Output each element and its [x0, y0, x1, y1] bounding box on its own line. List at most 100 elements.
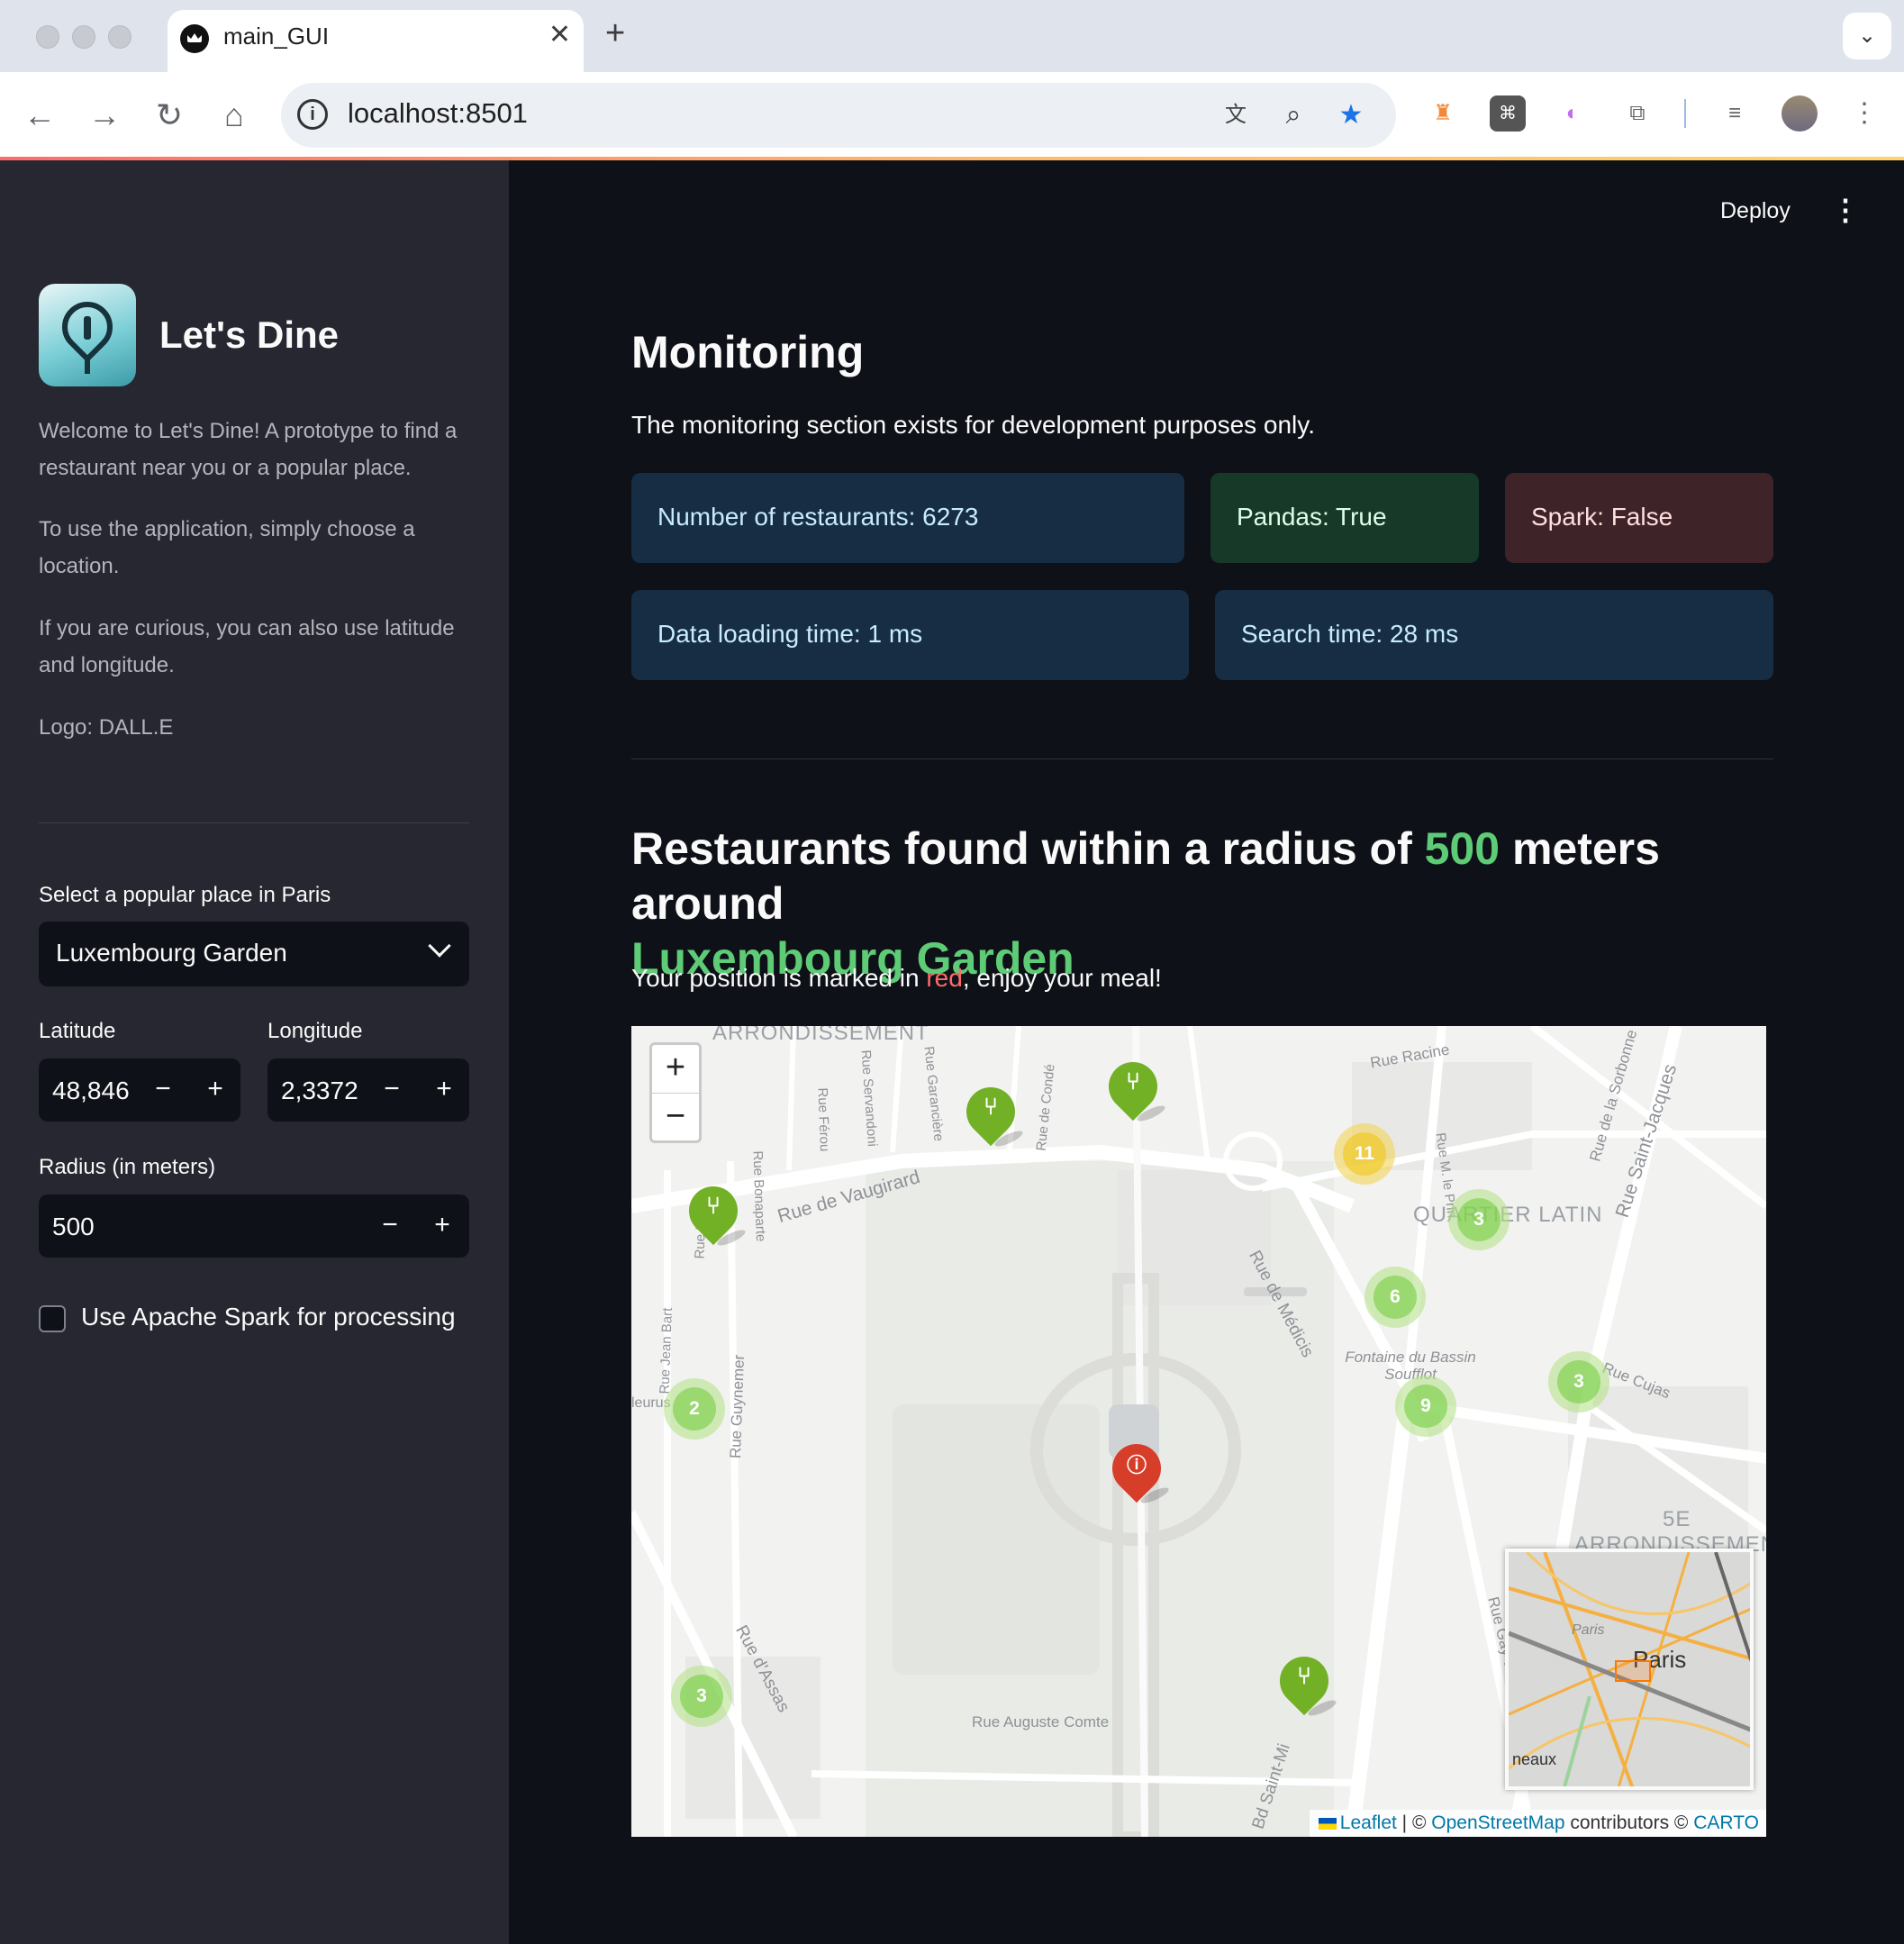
marker-cluster[interactable]: 11: [1334, 1123, 1395, 1185]
zoom-out-button[interactable]: −: [652, 1094, 699, 1140]
site-info-icon[interactable]: i: [297, 99, 328, 130]
extensions-puzzle-icon[interactable]: ⧉: [1619, 95, 1655, 132]
profile-avatar[interactable]: [1782, 95, 1818, 132]
latitude-increment-button[interactable]: +: [190, 1058, 240, 1122]
cluster-count[interactable]: 11: [1343, 1132, 1386, 1176]
longitude-label: Longitude: [267, 1019, 363, 1043]
map-label-5e: 5E: [1663, 1507, 1691, 1531]
attribution-contributors: contributors ©: [1564, 1812, 1694, 1833]
position-note-prefix: Your position is marked in: [631, 964, 927, 992]
restaurant-marker[interactable]: ⑂: [1098, 1051, 1168, 1125]
browser-tab-active[interactable]: main_GUI ✕: [168, 10, 584, 72]
address-bar[interactable]: i localhost:8501 文 ⌕ ★: [281, 83, 1396, 148]
browser-toolbar: ← → ↻ ⌂ i localhost:8501 文 ⌕ ★ ♜ ⌘ ◐ ⧉ ≡…: [0, 72, 1904, 159]
latitude-decrement-button[interactable]: −: [138, 1058, 188, 1122]
reload-button[interactable]: ↻: [144, 90, 195, 141]
marker-cluster[interactable]: 3: [671, 1666, 732, 1727]
minimap-viewport[interactable]: [1615, 1660, 1651, 1682]
back-button[interactable]: ←: [14, 90, 65, 141]
radius-value[interactable]: 500: [52, 1213, 95, 1241]
coordinates-paragraph: If you are curious, you can also use lat…: [39, 616, 455, 677]
position-note-color: red: [926, 964, 963, 992]
home-button[interactable]: ⌂: [209, 90, 259, 141]
translate-icon[interactable]: 文: [1216, 95, 1256, 135]
marker-cluster[interactable]: 2: [664, 1378, 725, 1440]
address-url[interactable]: localhost:8501: [348, 97, 528, 130]
attribution-separator: | ©: [1396, 1812, 1432, 1833]
map-label-rue-guynemer: Rue Guynemer: [727, 1354, 748, 1459]
spark-status-card: Spark: False: [1505, 473, 1773, 563]
window-zoom-control[interactable]: [108, 25, 131, 49]
longitude-increment-button[interactable]: +: [419, 1058, 469, 1122]
radius-increment-button[interactable]: +: [417, 1195, 467, 1258]
restaurants-map[interactable]: ARRONDISSEMENT Rue Racine Rue de Vaugira…: [631, 1026, 1766, 1837]
carto-link[interactable]: CARTO: [1693, 1812, 1759, 1833]
window-close-control[interactable]: [36, 25, 59, 49]
extension-color-icon[interactable]: ◐: [1555, 95, 1591, 132]
map-label-rue-auguste-comte: Rue Auguste Comte: [972, 1713, 1110, 1731]
cluster-count[interactable]: 2: [673, 1387, 716, 1431]
latitude-value[interactable]: 48,846: [52, 1076, 130, 1105]
results-heading: Restaurants found within a radius of 500…: [631, 822, 1775, 986]
cluster-count[interactable]: 3: [1557, 1360, 1600, 1403]
cluster-count[interactable]: 3: [680, 1675, 723, 1718]
utensils-icon: ⑂: [984, 1093, 998, 1120]
fork-icon: [84, 316, 91, 340]
zoom-icon[interactable]: ⌕: [1274, 95, 1313, 135]
marker-cluster[interactable]: 9: [1395, 1376, 1456, 1437]
leaflet-link[interactable]: Leaflet: [1340, 1812, 1397, 1833]
intro-paragraph: Welcome to Let's Dine! A prototype to fi…: [39, 419, 458, 480]
chrome-menu-icon[interactable]: ⋮: [1846, 95, 1882, 132]
extension-command-icon[interactable]: ⌘: [1490, 95, 1526, 132]
marker-cluster[interactable]: 3: [1548, 1351, 1609, 1413]
restaurant-marker[interactable]: ⑂: [956, 1076, 1026, 1150]
map-label-rue-bonaparte: Rue Bonaparte: [749, 1150, 769, 1242]
radius-input[interactable]: 500 − +: [39, 1195, 469, 1258]
user-position-marker[interactable]: ⓘ: [1102, 1433, 1172, 1507]
radius-decrement-button[interactable]: −: [365, 1195, 415, 1258]
place-select-value[interactable]: Luxembourg Garden: [56, 939, 287, 967]
longitude-value[interactable]: 2,3372: [281, 1076, 358, 1105]
marker-cluster[interactable]: 6: [1365, 1267, 1426, 1328]
deploy-button[interactable]: Deploy: [1720, 198, 1791, 224]
radius-label: Radius (in meters): [39, 1155, 216, 1179]
spark-checkbox[interactable]: [39, 1305, 66, 1332]
streamlit-crown-icon: [180, 24, 209, 53]
restaurant-marker[interactable]: ⑂: [678, 1176, 748, 1249]
minimap[interactable]: Paris Paris neaux: [1505, 1549, 1754, 1790]
place-select[interactable]: Luxembourg Garden: [39, 922, 469, 986]
new-tab-button[interactable]: +: [605, 14, 625, 53]
map-label-arrondissement: ARRONDISSEMENT: [712, 1026, 929, 1045]
browser-tabstrip: main_GUI ✕ + ⌄: [0, 0, 1904, 72]
chevron-down-icon[interactable]: [428, 934, 451, 958]
position-note-suffix: , enjoy your meal!: [962, 964, 1162, 992]
pandas-status-card: Pandas: True: [1210, 473, 1479, 563]
marker-cluster[interactable]: 3: [1448, 1189, 1510, 1250]
bookmark-star-icon[interactable]: ★: [1331, 95, 1371, 135]
osm-link[interactable]: OpenStreetMap: [1431, 1812, 1564, 1833]
media-control-icon[interactable]: ≡: [1717, 95, 1753, 132]
spark-checkbox-label[interactable]: Use Apache Spark for processing: [81, 1303, 456, 1331]
extension-lighthouse-icon[interactable]: ♜: [1425, 95, 1461, 132]
cluster-count[interactable]: 6: [1374, 1276, 1417, 1319]
tab-search-button[interactable]: ⌄: [1843, 13, 1891, 59]
logo-credit: Logo: DALL.E: [39, 715, 174, 740]
tab-close-icon[interactable]: ✕: [549, 19, 571, 50]
results-heading-prefix: Restaurants found within a radius of: [631, 823, 1425, 874]
restaurant-marker[interactable]: ⑂: [1269, 1646, 1339, 1720]
window-minimize-control[interactable]: [72, 25, 95, 49]
latitude-input[interactable]: 48,846 − +: [39, 1058, 240, 1122]
longitude-decrement-button[interactable]: −: [367, 1058, 417, 1122]
search-time-card: Search time: 28 ms: [1215, 590, 1773, 680]
main-menu-icon[interactable]: ⋮: [1831, 193, 1860, 227]
map-attribution: Leaflet | © OpenStreetMap contributors ©…: [1309, 1810, 1766, 1837]
map-label-fontaine: Fontaine du Bassin Soufflot: [1345, 1349, 1476, 1383]
app-logo: [39, 284, 136, 386]
cluster-count[interactable]: 9: [1404, 1385, 1447, 1428]
longitude-input[interactable]: 2,3372 − +: [267, 1058, 469, 1122]
zoom-in-button[interactable]: +: [652, 1045, 699, 1092]
results-radius: 500: [1424, 823, 1501, 874]
cluster-count[interactable]: 3: [1457, 1198, 1501, 1241]
map-label-rue-ferou: Rue Férou: [814, 1087, 832, 1152]
forward-button[interactable]: →: [79, 90, 130, 141]
